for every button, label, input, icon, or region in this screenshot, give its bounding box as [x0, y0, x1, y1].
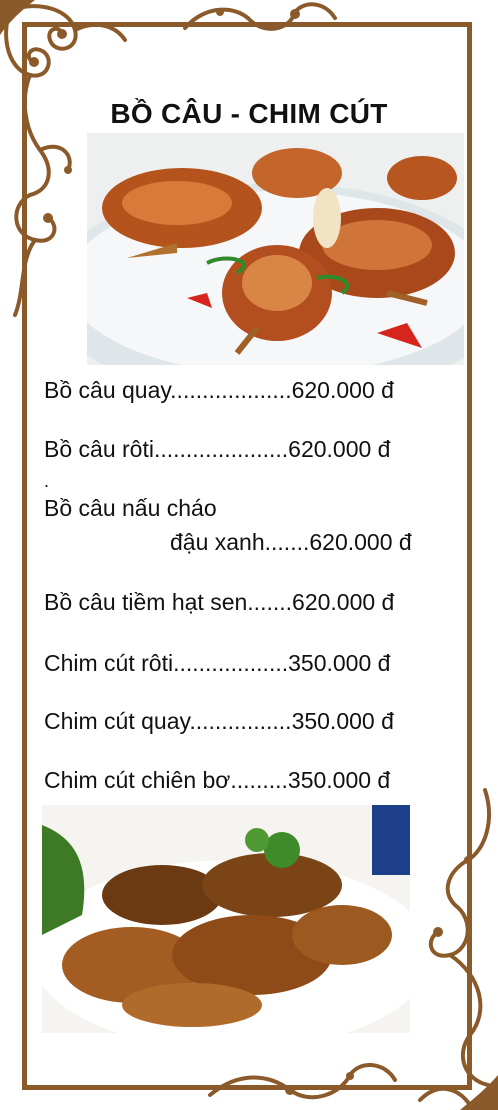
menu-item: Chim cút chiên bơ.........350.000 đ	[44, 766, 390, 794]
menu-item: Chim cút quay................350.000 đ	[44, 707, 394, 735]
item-name: Bồ câu rôti	[44, 436, 154, 462]
menu-item: Bồ câu nấu cháo	[44, 494, 217, 522]
item-dots: .....................	[153, 436, 289, 462]
item-price: 350.000 đ	[287, 767, 391, 793]
menu-item-continuation: đậu xanh.......620.000 đ	[170, 528, 412, 556]
item-price: 350.000 đ	[291, 708, 394, 734]
item-dots: .......	[247, 589, 293, 615]
item-name-line1: Bồ câu nấu cháo	[44, 495, 217, 521]
item-price: 620.000 đ	[292, 589, 395, 615]
item-name: Bồ câu tiềm hạt sen	[44, 589, 248, 615]
stray-mark: .	[44, 471, 50, 491]
item-dots: ................	[189, 708, 292, 734]
item-name: Chim cút quay	[44, 708, 190, 734]
item-price: 620.000 đ	[309, 529, 412, 555]
menu-item: Bồ câu tiềm hạt sen.......620.000 đ	[44, 588, 394, 616]
top-right-ornament	[183, 2, 337, 31]
menu-title: BỒ CÂU - CHIM CÚT	[110, 98, 388, 129]
item-price: 620.000 đ	[291, 377, 394, 403]
menu-item: Bồ câu rôti.....................620.000 …	[44, 435, 390, 463]
menu-item: Chim cút rôti..................350.000 đ	[44, 649, 390, 677]
roasted-pigeon-photo	[87, 133, 464, 365]
item-name-line2: đậu xanh	[170, 529, 265, 555]
item-name: Bồ câu quay	[44, 377, 171, 403]
item-name: Chim cút rôti	[44, 650, 174, 676]
item-price: 620.000 đ	[288, 436, 391, 462]
bottom-right-ornament	[418, 788, 498, 1110]
item-name: Chim cút chiên bơ	[44, 767, 231, 793]
item-dots: ...................	[170, 377, 292, 403]
item-dots: .......	[264, 529, 310, 555]
menu-item: Bồ câu quay...................620.000 đ	[44, 376, 394, 404]
item-price: 350.000 đ	[288, 650, 391, 676]
item-dots: ..................	[173, 650, 289, 676]
item-dots: .........	[230, 767, 288, 793]
bottom-left-ornament	[208, 1063, 397, 1100]
fried-quail-photo	[42, 805, 410, 1033]
